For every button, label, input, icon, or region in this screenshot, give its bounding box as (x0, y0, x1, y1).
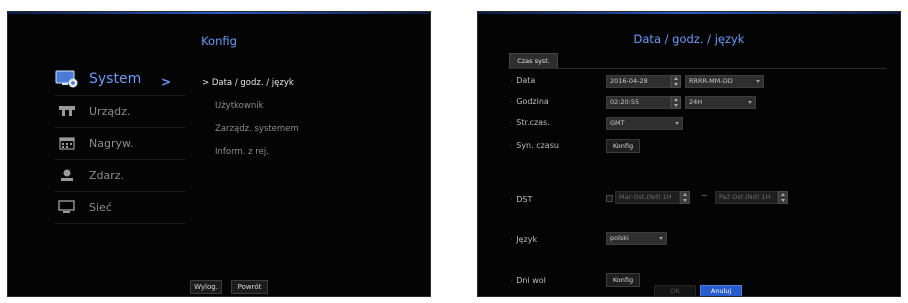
spinner-up-icon[interactable] (673, 98, 678, 101)
network-monitor-icon (55, 198, 79, 216)
menu-item-label: Urządz. (89, 104, 131, 118)
menu-item-label: Zdarz. (89, 168, 125, 182)
dst-end-spinner[interactable] (778, 191, 788, 204)
camera-icon (55, 102, 79, 120)
divider (55, 223, 185, 224)
dst-end-field[interactable]: Paź Ost.(Nd) 1H (715, 191, 778, 204)
holidays-label: · Dni wol (510, 276, 546, 285)
spinner-up-icon[interactable] (780, 193, 785, 196)
time-sync-config-button[interactable]: Konfig (606, 139, 640, 153)
panel-top-border (478, 12, 900, 14)
system-monitor-gear-icon (55, 70, 79, 88)
menu-item-network[interactable]: Sieć (55, 192, 185, 222)
person-icon (55, 166, 79, 184)
timezone-select[interactable]: GMT (606, 117, 683, 130)
spinner-up-icon[interactable] (673, 77, 678, 80)
submenu-item-date-time-language[interactable]: > Data / godz. / język (202, 78, 294, 88)
spinner-up-icon[interactable] (682, 193, 687, 196)
time-sync-label: · Syn. czasu (510, 141, 559, 150)
language-select[interactable]: polski (606, 232, 667, 245)
time-label: · Godzina (510, 97, 549, 106)
tab-underline (509, 68, 886, 69)
ok-button[interactable]: OK (654, 285, 696, 296)
back-button[interactable]: Powrót (231, 280, 268, 294)
logout-button[interactable]: Wylog. (190, 280, 222, 294)
menu-item-events[interactable]: Zdarz. (55, 160, 185, 190)
spinner-down-icon[interactable] (673, 83, 678, 86)
holidays-config-button[interactable]: Konfig (606, 273, 640, 287)
config-menu-panel: Konfig System > Urządz. Nagryw. Zdarz. S… (7, 11, 431, 297)
date-label: · Data (510, 76, 536, 85)
dst-label: · DST (510, 195, 533, 204)
language-label: · Język (510, 235, 538, 244)
date-time-language-panel: Data / godz. / język Czas syst. · Data 20… (477, 11, 901, 297)
chevron-down-icon (748, 101, 752, 104)
menu-item-label: System (89, 71, 142, 87)
panel-title: Data / godz. / język (633, 32, 745, 46)
submenu-item-log-info[interactable]: Inform. z rej. (215, 147, 269, 157)
chevron-down-icon (659, 237, 663, 240)
calendar-icon (55, 134, 79, 152)
time-spinner[interactable] (671, 96, 681, 109)
date-spinner[interactable] (671, 75, 681, 88)
menu-item-label: Nagryw. (89, 136, 134, 150)
chevron-down-icon (675, 122, 679, 125)
dst-range-separator: ~ (701, 191, 708, 200)
submenu-item-user[interactable]: Użytkownik (215, 101, 264, 111)
dst-checkbox[interactable] (606, 195, 613, 202)
spinner-down-icon[interactable] (682, 199, 687, 202)
spinner-down-icon[interactable] (673, 104, 678, 107)
chevron-right-icon: > (161, 75, 172, 89)
tab-system-time[interactable]: Czas syst. (509, 53, 558, 69)
panel-title: Konfig (201, 34, 237, 48)
menu-item-label: Sieć (89, 200, 112, 214)
dst-start-spinner[interactable] (680, 191, 690, 204)
date-format-select[interactable]: RRRR-MM-DD (685, 75, 764, 88)
submenu-item-system-management[interactable]: Zarządz. systemem (215, 124, 299, 134)
time-format-select[interactable]: 24H (685, 96, 756, 109)
date-field[interactable]: 2016-04-28 (606, 75, 671, 88)
cancel-button[interactable]: Anuluj (700, 285, 742, 296)
dst-start-field[interactable]: Mar Ost.(Nd) 1H (615, 191, 680, 204)
menu-item-device[interactable]: Urządz. (55, 96, 185, 126)
timezone-label: · Str.czas. (510, 118, 550, 127)
panel-top-border (8, 12, 430, 14)
time-field[interactable]: 02:20:55 (606, 96, 671, 109)
menu-item-recording[interactable]: Nagryw. (55, 128, 185, 158)
chevron-down-icon (756, 80, 760, 83)
spinner-down-icon[interactable] (780, 199, 785, 202)
